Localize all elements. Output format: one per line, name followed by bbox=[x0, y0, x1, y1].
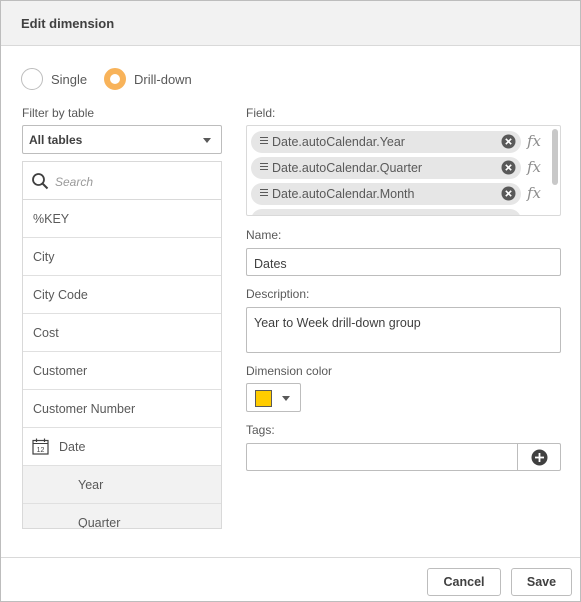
field-list-scrollbar[interactable] bbox=[552, 129, 558, 185]
field-chip[interactable]: Date.autoCalendar.Year bbox=[251, 131, 521, 153]
plus-circle-icon bbox=[531, 449, 548, 466]
field-chip-row: Date.autoCalendar.Month fx bbox=[247, 181, 560, 207]
tags-label: Tags: bbox=[246, 423, 275, 437]
chevron-down-icon bbox=[203, 138, 211, 143]
name-input[interactable]: Dates bbox=[246, 248, 561, 276]
expression-fx-icon[interactable]: fx bbox=[527, 184, 541, 202]
dimension-color-label: Dimension color bbox=[246, 364, 333, 378]
description-input[interactable]: Year to Week drill-down group bbox=[246, 307, 561, 353]
remove-icon[interactable] bbox=[501, 134, 516, 149]
single-radio[interactable] bbox=[21, 68, 43, 90]
drag-handle-icon[interactable] bbox=[260, 163, 268, 173]
filter-by-table-value: All tables bbox=[29, 133, 83, 147]
field-chip-list: Date.autoCalendar.Year fx Date.autoCalen… bbox=[246, 125, 561, 216]
field-chip-row-partial bbox=[247, 207, 560, 215]
table-field-list: Search %KEY City City Code Cost Customer… bbox=[22, 161, 222, 529]
drag-handle-icon[interactable] bbox=[260, 189, 268, 199]
drag-handle-icon[interactable] bbox=[260, 137, 268, 147]
description-label: Description: bbox=[246, 287, 310, 301]
expression-fx-icon[interactable]: fx bbox=[527, 158, 541, 176]
field-label: Field: bbox=[246, 106, 276, 120]
remove-icon[interactable] bbox=[501, 160, 516, 175]
search-icon bbox=[32, 173, 49, 190]
dialog-title: Edit dimension bbox=[21, 16, 115, 31]
expression-fx-icon[interactable]: fx bbox=[527, 132, 541, 150]
dialog-footer: Cancel Save bbox=[1, 557, 580, 601]
list-item[interactable]: Cost bbox=[23, 314, 221, 352]
list-item[interactable]: %KEY bbox=[23, 200, 221, 238]
dialog-header: Edit dimension bbox=[1, 1, 580, 46]
list-item-sub[interactable]: Quarter bbox=[23, 504, 221, 528]
filter-by-table-label: Filter by table bbox=[22, 106, 95, 120]
drilldown-radio-label[interactable]: Drill-down bbox=[134, 72, 192, 87]
tags-input[interactable] bbox=[246, 443, 561, 471]
single-radio-label[interactable]: Single bbox=[51, 72, 87, 87]
field-chip[interactable]: Date.autoCalendar.Month bbox=[251, 183, 521, 205]
field-chip-row: Date.autoCalendar.Quarter fx bbox=[247, 155, 560, 181]
list-item[interactable]: Customer Number bbox=[23, 390, 221, 428]
list-item[interactable]: Customer bbox=[23, 352, 221, 390]
field-chip[interactable]: Date.autoCalendar.Quarter bbox=[251, 157, 521, 179]
field-chip-row: Date.autoCalendar.Year fx bbox=[247, 129, 560, 155]
chevron-down-icon bbox=[282, 396, 290, 401]
add-tag-button[interactable] bbox=[517, 444, 560, 470]
name-label: Name: bbox=[246, 228, 282, 242]
dimension-color-picker[interactable] bbox=[246, 383, 301, 412]
field-chip[interactable] bbox=[251, 209, 521, 215]
list-item-date[interactable]: 12 Date bbox=[23, 428, 221, 466]
svg-text:12: 12 bbox=[37, 447, 45, 454]
list-item[interactable]: City Code bbox=[23, 276, 221, 314]
list-item[interactable]: City bbox=[23, 238, 221, 276]
calendar-icon: 12 bbox=[32, 438, 49, 455]
drilldown-radio[interactable] bbox=[104, 68, 126, 90]
color-swatch bbox=[255, 390, 272, 407]
save-button[interactable]: Save bbox=[511, 568, 572, 596]
cancel-button[interactable]: Cancel bbox=[427, 568, 501, 596]
remove-icon[interactable] bbox=[501, 186, 516, 201]
search-placeholder: Search bbox=[55, 175, 94, 189]
list-item-sub[interactable]: Year bbox=[23, 466, 221, 504]
field-search[interactable]: Search bbox=[23, 162, 221, 200]
edit-dimension-dialog: Edit dimension Single Drill-down Filter … bbox=[0, 0, 581, 602]
filter-by-table-select[interactable]: All tables bbox=[22, 125, 222, 154]
